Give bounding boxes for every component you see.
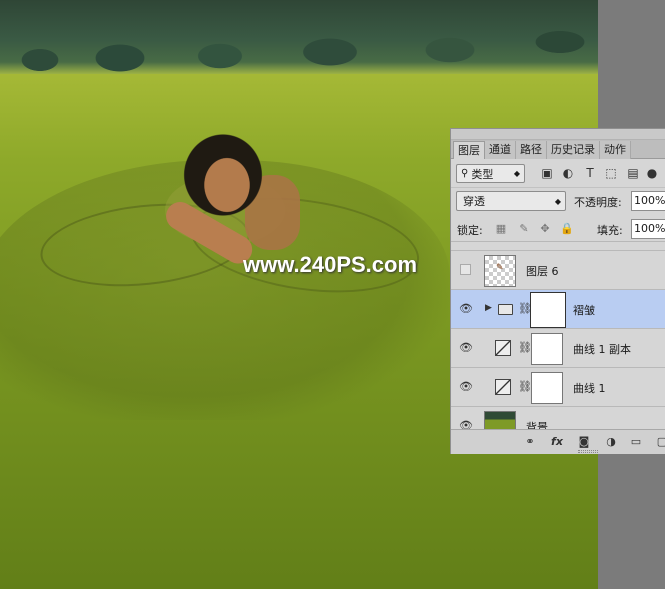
layer-name[interactable]: 图层 6 bbox=[526, 263, 559, 279]
smart-object-filter-icon[interactable]: ▤ bbox=[626, 166, 640, 180]
text-filter-icon[interactable]: T bbox=[583, 166, 597, 180]
layer-row-curves-copy[interactable]: 👁 ⛓ 曲线 1 副本 bbox=[451, 329, 665, 368]
mask-link-icon[interactable]: ⛓ bbox=[518, 341, 532, 354]
fx-icon[interactable]: fx bbox=[549, 435, 565, 449]
panel-resize-grip[interactable] bbox=[578, 450, 598, 453]
tab-history[interactable]: 历史记录 bbox=[547, 141, 600, 159]
layer-filter-value: 类型 bbox=[471, 167, 494, 181]
curves-adjustment-icon bbox=[495, 340, 511, 356]
brush-mark-icon: ✎ bbox=[496, 263, 504, 273]
mask-link-icon[interactable]: ⛓ bbox=[518, 380, 532, 393]
blend-mode-select[interactable]: 穿透 ◆ bbox=[456, 191, 566, 211]
layer-mask-thumbnail[interactable] bbox=[531, 333, 563, 365]
forest-background bbox=[0, 0, 598, 74]
layer-row-background[interactable]: 👁 背景 bbox=[451, 407, 665, 429]
add-mask-icon[interactable]: ◙ bbox=[576, 435, 592, 449]
filter-toggle-icon[interactable]: ● bbox=[645, 166, 659, 180]
visibility-eye-icon[interactable]: 👁 bbox=[459, 342, 473, 354]
visibility-eye-icon[interactable]: 👁 bbox=[459, 420, 473, 430]
layer-mask-thumbnail[interactable] bbox=[531, 372, 563, 404]
search-icon: ⚲ bbox=[461, 168, 469, 179]
layer-row-hidden-top[interactable] bbox=[451, 243, 665, 251]
mask-link-icon[interactable]: ⛓ bbox=[518, 302, 532, 315]
lock-row: 锁定: ▦ ✎ ✥ 🔒 填充: 100% bbox=[451, 216, 665, 242]
panel-tabbar: 图层 通道 路径 历史记录 动作 bbox=[451, 129, 665, 159]
panel-grip[interactable] bbox=[451, 129, 665, 140]
visibility-eye-icon[interactable]: 👁 bbox=[459, 303, 473, 315]
tab-channels[interactable]: 通道 bbox=[485, 141, 516, 159]
tab-actions[interactable]: 动作 bbox=[600, 141, 631, 159]
fill-input[interactable]: 100% bbox=[631, 219, 665, 239]
curves-adjustment-icon bbox=[495, 379, 511, 395]
blend-row: 穿透 ◆ 不透明度: 100% bbox=[451, 189, 665, 215]
layer-name[interactable]: 曲线 1 副本 bbox=[573, 341, 631, 357]
image-filter-icon[interactable]: ▣ bbox=[540, 166, 554, 180]
link-layers-icon[interactable]: ⚭ bbox=[522, 435, 538, 449]
lock-transparency-icon[interactable]: ▦ bbox=[494, 221, 508, 235]
shape-filter-icon[interactable]: ⬚ bbox=[604, 166, 618, 180]
folder-icon bbox=[498, 304, 513, 315]
tab-layers[interactable]: 图层 bbox=[453, 141, 485, 159]
layer-name[interactable]: 背景 bbox=[526, 419, 548, 429]
opacity-label: 不透明度: bbox=[574, 196, 622, 209]
blend-mode-value: 穿透 bbox=[463, 195, 485, 208]
layers-panel: 图层 通道 路径 历史记录 动作 ⚲ 类型 ◆ ▣ ◐ T ⬚ ▤ ● 穿透 ◆… bbox=[450, 128, 665, 454]
filter-row: ⚲ 类型 ◆ ▣ ◐ T ⬚ ▤ ● bbox=[451, 160, 665, 188]
lock-position-icon[interactable]: ✥ bbox=[538, 221, 552, 235]
layer-row-layer6[interactable]: ✎ 图层 6 bbox=[451, 251, 665, 290]
visibility-eye-icon[interactable]: 👁 bbox=[459, 381, 473, 393]
layer-thumbnail bbox=[484, 411, 516, 429]
expand-arrow-icon[interactable]: ▶ bbox=[485, 303, 492, 313]
lock-all-icon[interactable]: 🔒 bbox=[560, 221, 574, 235]
chevron-updown-icon: ◆ bbox=[554, 196, 561, 206]
new-layer-icon[interactable]: ▢ bbox=[654, 435, 665, 449]
layer-thumbnail: ✎ bbox=[484, 255, 516, 287]
watermark: www.240PS.com bbox=[243, 252, 418, 277]
lock-label: 锁定: bbox=[457, 224, 483, 237]
layer-list[interactable]: ✎ 图层 6 👁 ▶ ⛓ 褶皱 👁 ⛓ 曲线 1 副本 👁 ⛓ 曲线 1 👁 背… bbox=[451, 243, 665, 429]
layer-row-group-wrinkles[interactable]: 👁 ▶ ⛓ 褶皱 bbox=[451, 290, 665, 329]
chevron-updown-icon: ◆ bbox=[513, 169, 520, 178]
lock-pixels-icon[interactable]: ✎ bbox=[517, 221, 531, 235]
layer-mask-thumbnail[interactable] bbox=[530, 292, 566, 328]
layer-filter-select[interactable]: ⚲ 类型 ◆ bbox=[456, 164, 525, 183]
visibility-off-icon[interactable] bbox=[460, 264, 471, 275]
fill-label: 填充: bbox=[597, 224, 623, 237]
panel-bottom-toolbar: ⚭ fx ◙ ◑ ▭ ▢ bbox=[451, 429, 665, 454]
layer-row-curves[interactable]: 👁 ⛓ 曲线 1 bbox=[451, 368, 665, 407]
adjustment-layer-icon[interactable]: ◑ bbox=[603, 435, 619, 449]
new-group-icon[interactable]: ▭ bbox=[628, 435, 644, 449]
layer-name[interactable]: 褶皱 bbox=[573, 302, 595, 318]
adjustment-filter-icon[interactable]: ◐ bbox=[561, 166, 575, 180]
opacity-input[interactable]: 100% bbox=[631, 191, 665, 211]
tab-paths[interactable]: 路径 bbox=[516, 141, 547, 159]
layer-name[interactable]: 曲线 1 bbox=[573, 380, 606, 396]
